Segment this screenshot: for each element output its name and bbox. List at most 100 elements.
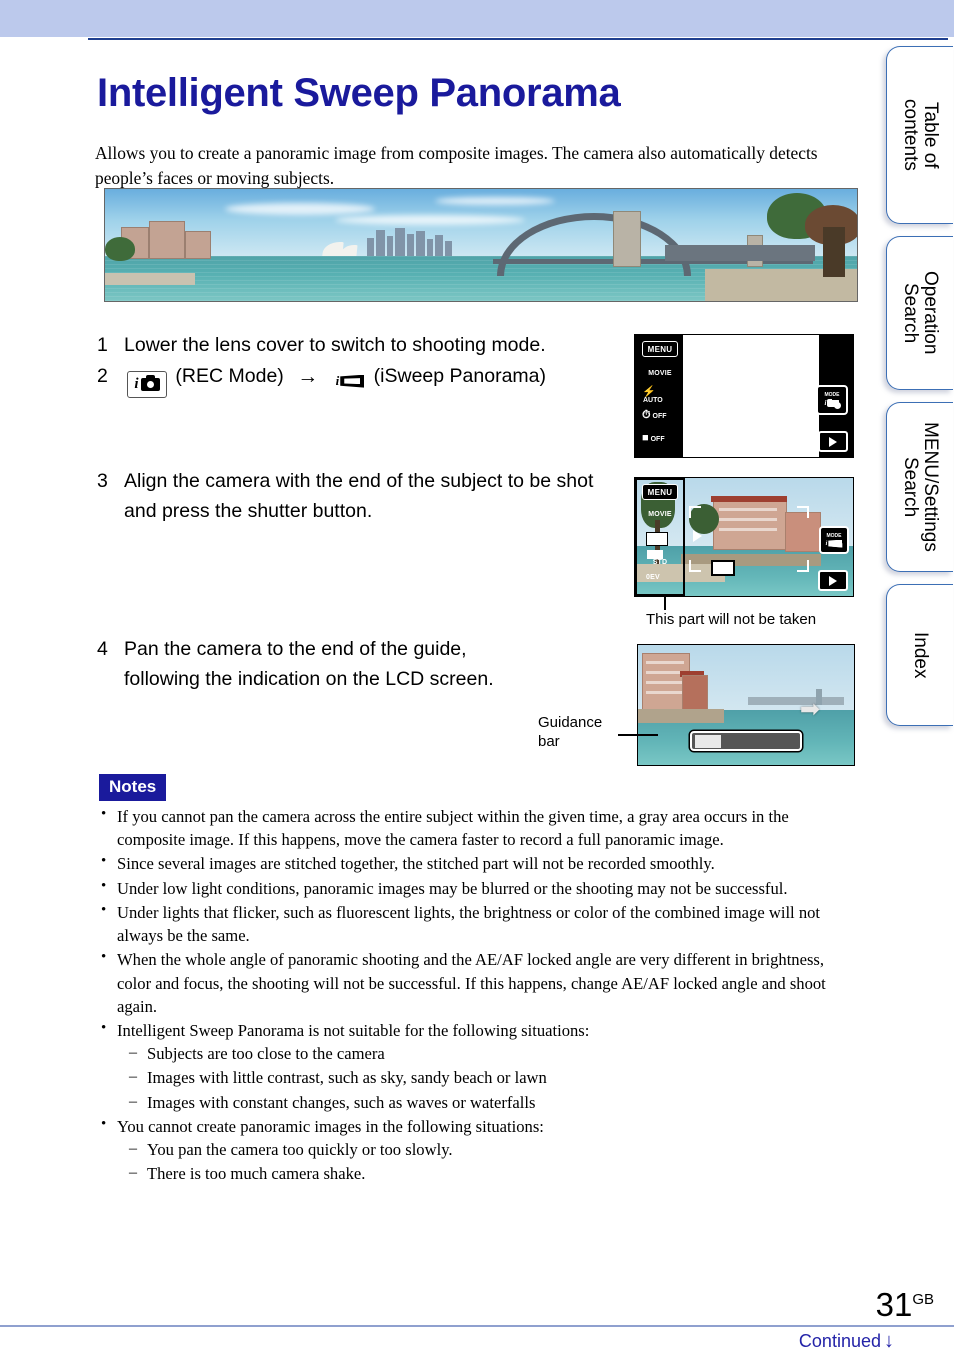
lcd-mode-caption: MODE bbox=[826, 532, 842, 539]
continued-label: Continued bbox=[798, 1331, 881, 1351]
step-number: 3 bbox=[97, 470, 108, 492]
lcd-burst-label: OFF bbox=[650, 436, 665, 443]
notes-section: If you cannot pan the camera across the … bbox=[97, 804, 859, 1187]
note-subitem: You pan the camera too quickly or too sl… bbox=[125, 1138, 859, 1161]
rec-icon-letter: i bbox=[134, 376, 139, 392]
bridge-truss bbox=[665, 245, 815, 261]
note-text: Intelligent Sweep Panorama is not suitab… bbox=[117, 1020, 590, 1040]
note-text: If you cannot pan the camera across the … bbox=[117, 807, 789, 850]
note-text: When the whole angle of panoramic shooti… bbox=[117, 950, 826, 1016]
isweep-panorama-icon: i bbox=[336, 371, 365, 391]
note-subtext: Images with constant changes, such as wa… bbox=[147, 1092, 536, 1112]
window-row bbox=[646, 671, 684, 674]
distant-skyline bbox=[748, 697, 844, 705]
lcd-screenshot-panning: ➡ bbox=[637, 644, 855, 766]
lcd-viewfinder-area bbox=[683, 335, 819, 457]
lcd-exposure-label: 0EV bbox=[646, 574, 660, 581]
panorama-direction-icon[interactable] bbox=[646, 532, 668, 546]
lcd-menu-button[interactable]: MENU bbox=[642, 341, 678, 357]
bridge-pylon bbox=[613, 211, 641, 267]
af-frame-corner bbox=[797, 560, 809, 572]
lcd-flash-label: AUTO bbox=[643, 397, 663, 404]
camera-icon bbox=[140, 375, 160, 392]
pan-direction-arrow-icon: ➡ bbox=[799, 696, 820, 723]
guidance-bar bbox=[690, 731, 802, 751]
window-row bbox=[646, 681, 684, 684]
skyscraper bbox=[427, 239, 433, 257]
skyscraper bbox=[387, 236, 393, 257]
note-sublist: Subjects are too close to the camera Ima… bbox=[117, 1042, 859, 1114]
lcd-movie-label: MOVIE bbox=[648, 511, 672, 518]
note-subtext: Subjects are too close to the camera bbox=[147, 1044, 385, 1064]
sidebar-item-operation-search[interactable]: Operation Search bbox=[886, 236, 953, 390]
lcd-screenshot-rec-mode: MENU MOVIE ⚡ AUTO ⏱ OFF ■ OFF MODE i bbox=[634, 334, 854, 458]
lcd-menu-button[interactable]: MENU bbox=[642, 484, 678, 500]
lcd-playback-button[interactable] bbox=[818, 431, 848, 452]
note-subitem: There is too much camera shake. bbox=[125, 1162, 859, 1185]
sidebar-item-label: Operation Search bbox=[900, 271, 941, 355]
callout-leader-line bbox=[664, 596, 666, 610]
note-subitem: Images with little contrast, such as sky… bbox=[125, 1066, 859, 1089]
sidebar-item-menu-settings-search[interactable]: MENU/Settings Search bbox=[886, 402, 953, 572]
note-item: Under low light conditions, panoramic im… bbox=[97, 876, 859, 900]
notes-list: If you cannot pan the camera across the … bbox=[97, 804, 859, 1186]
step-1: 1 Lower the lens cover to switch to shoo… bbox=[97, 330, 627, 360]
step-number: 1 bbox=[97, 334, 108, 356]
window-row bbox=[719, 518, 777, 521]
lcd-image-size-button[interactable]: STD bbox=[642, 550, 678, 566]
note-text: Since several images are stitched togeth… bbox=[117, 854, 715, 874]
lcd-burst-button[interactable]: ■ OFF bbox=[642, 432, 678, 444]
page-number-value: 31 bbox=[875, 1286, 913, 1323]
camera-icon bbox=[827, 396, 842, 409]
note-text: You cannot create panoramic images in th… bbox=[117, 1116, 544, 1136]
play-icon bbox=[829, 575, 837, 586]
lcd-mode-button[interactable]: MODE i bbox=[819, 526, 849, 554]
cloud bbox=[335, 215, 525, 225]
note-subtext: Images with little contrast, such as sky… bbox=[147, 1068, 547, 1088]
rec-mode-label: (REC Mode) bbox=[175, 365, 284, 387]
panorama-glyph bbox=[828, 539, 843, 548]
af-frame-corner bbox=[797, 506, 809, 518]
callout-leader-line bbox=[618, 734, 658, 737]
note-item: If you cannot pan the camera across the … bbox=[97, 804, 859, 851]
note-subtext: There is too much camera shake. bbox=[147, 1164, 366, 1184]
panorama-status-icon bbox=[711, 560, 735, 576]
note-item: Since several images are stitched togeth… bbox=[97, 851, 859, 875]
skyscraper bbox=[395, 228, 405, 257]
flash-icon: ⚡ bbox=[642, 386, 656, 398]
play-icon bbox=[829, 436, 837, 447]
note-item: When the whole angle of panoramic shooti… bbox=[97, 947, 859, 1018]
arrow-right-icon: → bbox=[297, 365, 319, 388]
page-number-region: GB bbox=[912, 1291, 934, 1308]
skyscraper bbox=[435, 235, 443, 257]
step-3: 3 Align the camera with the end of the s… bbox=[97, 466, 617, 526]
down-arrow-icon: ↓ bbox=[884, 1330, 894, 1352]
burst-icon: ■ bbox=[642, 432, 649, 444]
tree-trunk bbox=[823, 227, 845, 277]
lcd-playback-button[interactable] bbox=[818, 570, 848, 591]
callout-guidance-bar: Guidance bar bbox=[538, 714, 603, 750]
note-text: Under lights that flicker, such as fluor… bbox=[117, 902, 821, 946]
skyscraper bbox=[416, 231, 425, 257]
lcd-image-size-label: STD bbox=[652, 559, 668, 566]
lcd-self-timer-button[interactable]: ⏱ OFF bbox=[642, 409, 678, 422]
lcd-movie-button[interactable]: MOVIE bbox=[642, 504, 678, 518]
panorama-example-image bbox=[104, 188, 858, 302]
lcd-flash-button[interactable]: ⚡ AUTO bbox=[642, 386, 678, 405]
lcd-movie-button[interactable]: MOVIE bbox=[642, 363, 678, 377]
sidebar-item-table-of-contents[interactable]: Table of contents bbox=[886, 46, 953, 224]
quay bbox=[638, 709, 724, 723]
skyscraper bbox=[367, 238, 374, 257]
note-subitem: Images with constant changes, such as wa… bbox=[125, 1091, 859, 1114]
window-row bbox=[646, 661, 684, 664]
lcd-mode-button[interactable]: MODE i bbox=[816, 385, 848, 415]
lcd-screenshot-align-camera: MENU MOVIE STD 0EV MODE i bbox=[634, 477, 854, 597]
af-frame-corner bbox=[689, 560, 701, 572]
lcd-exposure-button[interactable]: 0EV bbox=[642, 574, 678, 581]
sidebar-item-index[interactable]: Index bbox=[886, 584, 953, 726]
note-subitem: Subjects are too close to the camera bbox=[125, 1042, 859, 1065]
step-number: 4 bbox=[97, 638, 108, 660]
af-frame-corner bbox=[689, 506, 701, 518]
continued-link[interactable]: Continued ↓ bbox=[799, 1330, 894, 1353]
header-rule bbox=[88, 38, 948, 40]
